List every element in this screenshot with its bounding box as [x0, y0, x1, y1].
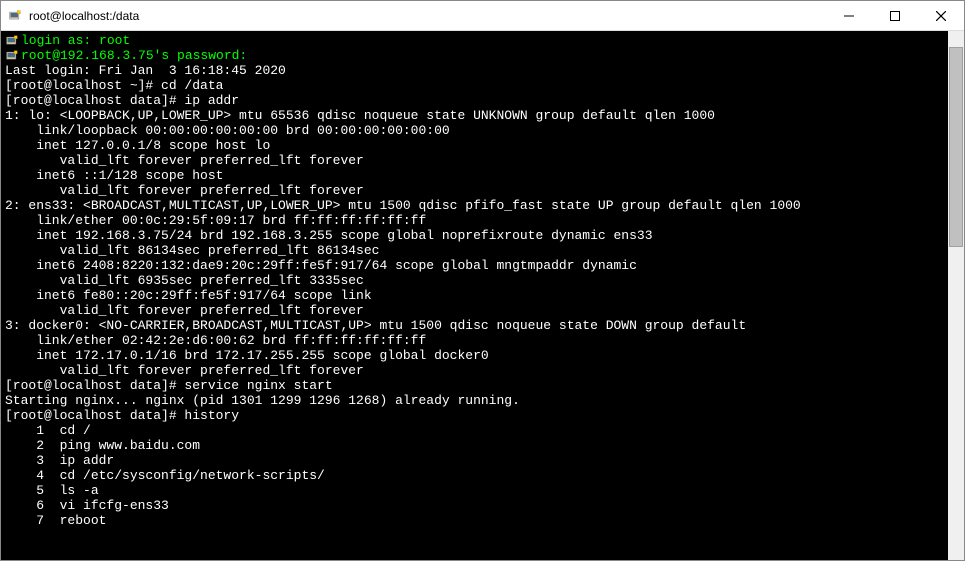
putty-icon — [7, 8, 23, 24]
terminal-line: 5 ls -a — [5, 483, 944, 498]
terminal-line: valid_lft 86134sec preferred_lft 86134se… — [5, 243, 944, 258]
terminal-line: 2: ens33: <BROADCAST,MULTICAST,UP,LOWER_… — [5, 198, 944, 213]
window-title: root@localhost:/data — [29, 9, 826, 23]
terminal-line: [root@localhost data]# service nginx sta… — [5, 378, 944, 393]
terminal-line: valid_lft 6935sec preferred_lft 3335sec — [5, 273, 944, 288]
close-button[interactable] — [918, 1, 964, 30]
terminal-line: 4 cd /etc/sysconfig/network-scripts/ — [5, 468, 944, 483]
terminal-line: link/ether 02:42:2e:d6:00:62 brd ff:ff:f… — [5, 333, 944, 348]
terminal-line: 6 vi ifcfg-ens33 — [5, 498, 944, 513]
terminal-line: 3 ip addr — [5, 453, 944, 468]
terminal-line: inet6 ::1/128 scope host — [5, 168, 944, 183]
terminal-line: inet6 2408:8220:132:dae9:20c:29ff:fe5f:9… — [5, 258, 944, 273]
terminal-line: inet6 fe80::20c:29ff:fe5f:917/64 scope l… — [5, 288, 944, 303]
terminal-line: [root@localhost data]# ip addr — [5, 93, 944, 108]
terminal-output[interactable]: login as: rootroot@192.168.3.75's passwo… — [1, 31, 948, 560]
terminal-line: 1 cd / — [5, 423, 944, 438]
scrollbar[interactable] — [948, 31, 964, 560]
terminal-line: inet 192.168.3.75/24 brd 192.168.3.255 s… — [5, 228, 944, 243]
terminal-line: valid_lft forever preferred_lft forever — [5, 363, 944, 378]
terminal-line: [root@localhost data]# history — [5, 408, 944, 423]
terminal-line: 1: lo: <LOOPBACK,UP,LOWER_UP> mtu 65536 … — [5, 108, 944, 123]
terminal-line: Last login: Fri Jan 3 16:18:45 2020 — [5, 63, 944, 78]
minimize-button[interactable] — [826, 1, 872, 30]
terminal-line: 2 ping www.baidu.com — [5, 438, 944, 453]
terminal-line: root@192.168.3.75's password: — [5, 48, 944, 63]
terminal-line: link/loopback 00:00:00:00:00:00 brd 00:0… — [5, 123, 944, 138]
terminal-line: 7 reboot — [5, 513, 944, 528]
window-controls — [826, 1, 964, 30]
terminal-line: link/ether 00:0c:29:5f:09:17 brd ff:ff:f… — [5, 213, 944, 228]
titlebar[interactable]: root@localhost:/data — [1, 1, 964, 31]
terminal-line: inet 172.17.0.1/16 brd 172.17.255.255 sc… — [5, 348, 944, 363]
terminal-line: inet 127.0.0.1/8 scope host lo — [5, 138, 944, 153]
terminal-line: [root@localhost ~]# cd /data — [5, 78, 944, 93]
terminal-line: Starting nginx... nginx (pid 1301 1299 1… — [5, 393, 944, 408]
terminal-line: valid_lft forever preferred_lft forever — [5, 183, 944, 198]
scrollbar-thumb[interactable] — [949, 47, 963, 247]
terminal-wrapper: login as: rootroot@192.168.3.75's passwo… — [1, 31, 964, 560]
putty-window: root@localhost:/data login as: rootroot@… — [0, 0, 965, 561]
terminal-line: valid_lft forever preferred_lft forever — [5, 303, 944, 318]
maximize-button[interactable] — [872, 1, 918, 30]
terminal-line: 3: docker0: <NO-CARRIER,BROADCAST,MULTIC… — [5, 318, 944, 333]
terminal-line: valid_lft forever preferred_lft forever — [5, 153, 944, 168]
terminal-line: login as: root — [5, 33, 944, 48]
